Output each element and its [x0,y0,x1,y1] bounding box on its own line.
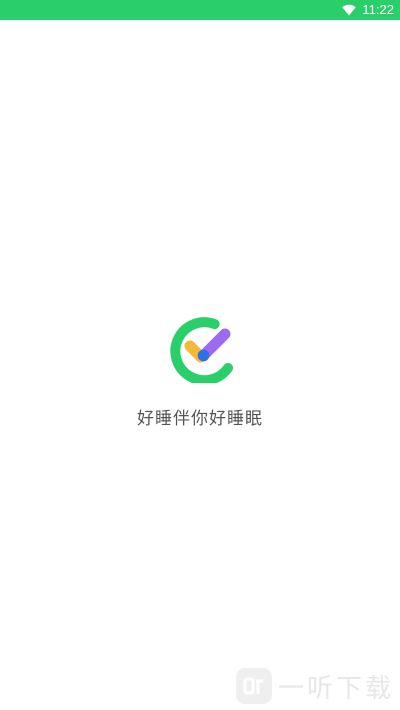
watermark: 一听下载 [235,664,394,708]
watermark-logo-icon [235,668,272,704]
watermark-text: 一听下载 [277,673,394,704]
sleep-check-logo-icon [164,313,236,383]
status-bar: 11:22 [0,0,400,20]
status-bar-right: 11:22 [342,0,394,20]
app-slogan: 好睡伴你好睡眠 [137,409,263,429]
status-time: 11:22 [362,2,394,17]
wifi-icon [342,4,357,16]
